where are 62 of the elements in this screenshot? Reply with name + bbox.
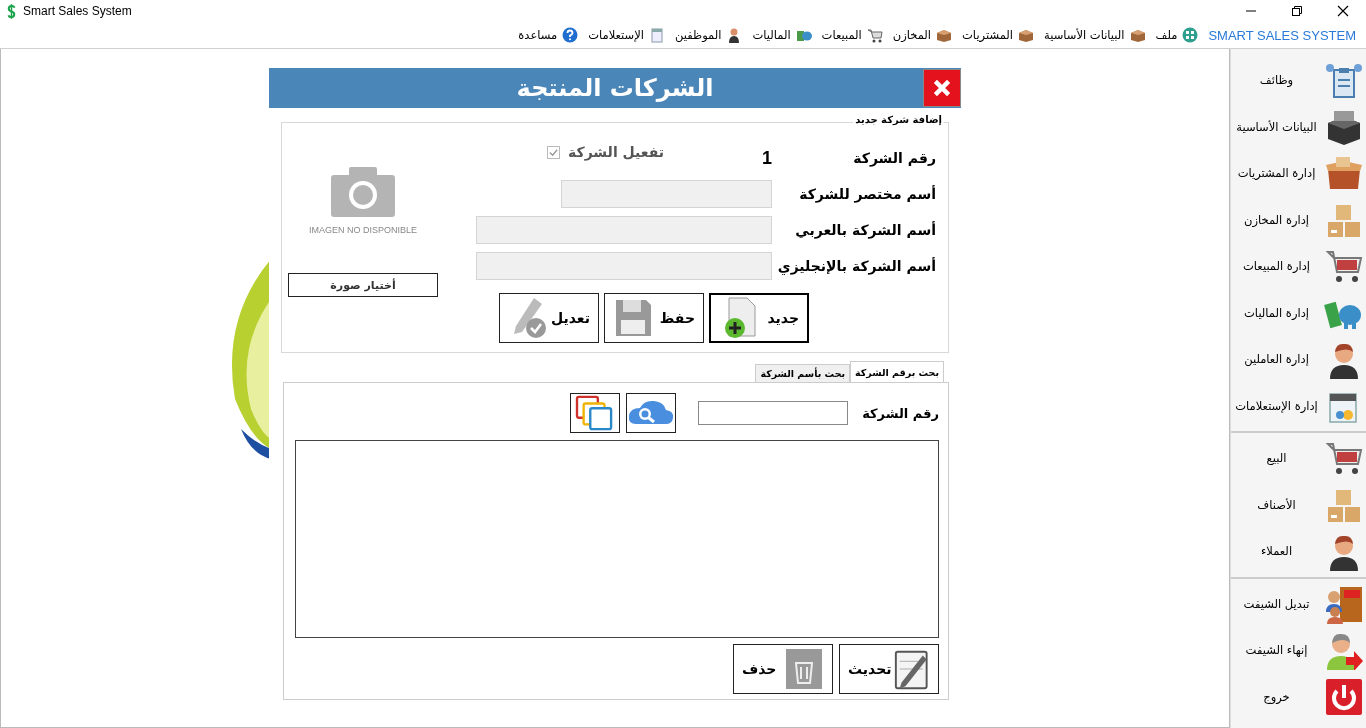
sidebar-item[interactable]: وظائف [1231,57,1366,104]
box-icon [936,27,953,43]
group-legend: إضافة شركة جديد [853,114,944,125]
menu-item[interactable]: البيانات الأساسية [1044,27,1146,43]
input-field[interactable] [561,180,772,208]
tab[interactable]: بحث بأسم الشركة [755,364,851,382]
check-icon [548,146,560,158]
sidebar-item[interactable]: البيع [1231,435,1366,482]
activate-checkbox[interactable]: تفعيل الشركة [547,144,664,160]
tab[interactable]: بحث برقم الشركة [850,361,944,382]
search-field[interactable] [698,401,849,425]
sidebar-item[interactable]: إدارة العاملين [1231,336,1366,383]
sidebar-item[interactable]: إدارة المخازن [1231,196,1366,243]
close-icon [931,77,953,99]
menu-item[interactable]: المشتريات [962,27,1034,43]
field-label: رقم الشركة [852,150,936,166]
sidebar-item[interactable]: إدارة الإستعلامات [1231,382,1366,429]
document-icon [648,27,665,43]
menu-item[interactable]: الماليات [752,27,812,43]
dollar-icon [6,3,17,19]
sidebar-item[interactable]: إدارة المشتريات [1231,150,1366,197]
sidebar-item[interactable]: العملاء [1231,528,1366,575]
close-button[interactable] [923,69,961,107]
sidebar-item[interactable]: إدارة المبيعات [1231,243,1366,290]
input-field[interactable] [476,252,772,280]
action-button[interactable]: حفظ [604,293,704,343]
menu-item[interactable]: المبيعات [821,27,883,43]
field-label: أسم الشركة بالعربي [794,222,936,238]
window-title: Smart Sales System [23,4,132,18]
input-field[interactable] [476,216,772,244]
sidebar-item[interactable]: إدارة الماليات [1231,289,1366,336]
app-brand: SMART SALES SYSTEM [1208,27,1356,43]
box-icon [1129,27,1146,43]
sidebar-item[interactable]: تبديل الشيفت [1231,580,1366,627]
menu-icon [1182,27,1199,43]
company-number: 1 [761,147,772,169]
help-icon [562,27,579,43]
menu-item[interactable]: ملف [1155,27,1199,43]
menu-item[interactable]: الموظفين [674,27,743,43]
cart-icon [866,27,883,43]
search-button[interactable] [626,393,677,433]
image-placeholder-text: IMAGEN NO DISPONIBLE [309,225,417,235]
action-button[interactable]: جديد [709,293,809,343]
sidebar-item[interactable]: خروج [1231,673,1366,720]
menu-item[interactable]: مساعدة [518,27,579,43]
action-button[interactable]: تعديل [499,293,599,343]
sidebar-item[interactable]: الأصناف [1231,481,1366,528]
field-label: أسم مختصر للشركة [798,186,936,202]
menu-item[interactable]: المخازن [892,27,953,43]
menu-item[interactable]: الإستعلامات [588,27,665,43]
box-icon [1018,27,1034,43]
field-label: رقم الشركة [862,405,939,421]
windows-button[interactable] [570,393,621,433]
camera-icon [331,165,395,217]
sidebar-item[interactable]: إنهاء الشيفت [1231,627,1366,674]
sidebar-item[interactable]: البيانات الأساسية [1231,103,1366,150]
choose-image-button[interactable]: أختيار صورة [288,273,438,297]
field-label: أسم الشركة بالإنجليزي [776,258,936,274]
trash-icon [784,647,824,691]
dialog-title: الشركات المنتجة [516,74,714,102]
action-button[interactable]: حذف [733,644,833,694]
action-button[interactable]: تحديث [839,644,939,694]
